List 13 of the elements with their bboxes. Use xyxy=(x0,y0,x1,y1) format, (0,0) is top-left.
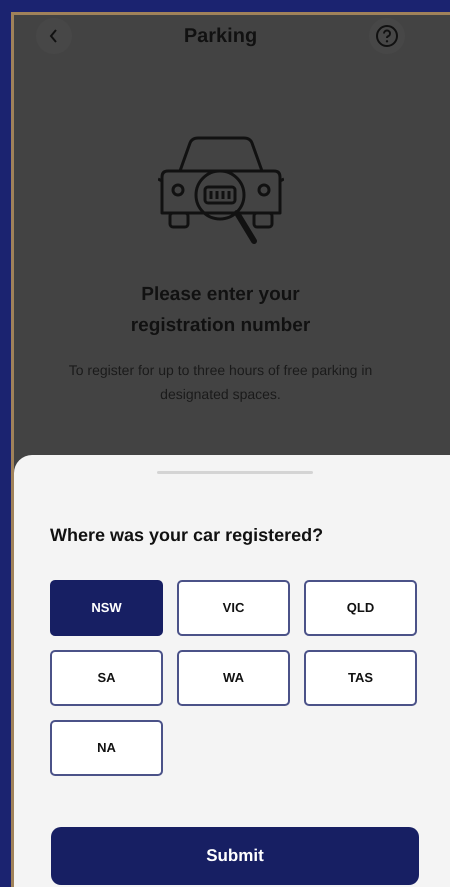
back-button[interactable] xyxy=(36,18,72,54)
submit-button[interactable]: Submit xyxy=(51,827,419,885)
state-option[interactable]: QLD xyxy=(304,580,417,636)
help-button[interactable] xyxy=(368,18,405,54)
state-option[interactable]: NA xyxy=(50,720,163,776)
help-icon xyxy=(374,24,399,48)
state-option[interactable]: VIC xyxy=(177,580,290,636)
state-option[interactable]: NSW xyxy=(50,580,163,636)
state-option[interactable]: WA xyxy=(177,650,290,706)
drag-handle[interactable] xyxy=(157,471,313,474)
state-option[interactable]: TAS xyxy=(304,650,417,706)
state-option[interactable]: SA xyxy=(50,650,163,706)
question: Where was your car registered? xyxy=(50,524,324,547)
